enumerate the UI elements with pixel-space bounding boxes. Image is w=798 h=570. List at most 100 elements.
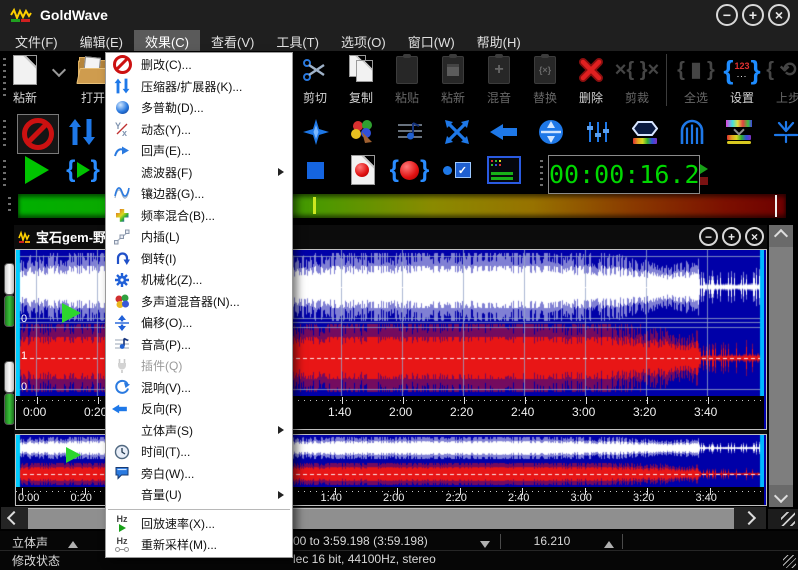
- meter-drag-handle[interactable]: [8, 197, 11, 215]
- clipboard-replace-button[interactable]: {×}替换: [522, 52, 568, 106]
- monitor-check-button[interactable]: ✓: [433, 152, 480, 188]
- hz-play-icon: Hz: [112, 515, 132, 532]
- hex-rainbow-button[interactable]: [621, 114, 668, 150]
- format-info-text: lec 16 bit, 44100Hz, stereo: [293, 552, 436, 567]
- pitch-note-button[interactable]: [386, 114, 433, 150]
- effects-menu-item[interactable]: Hz重新采样(M)...: [106, 534, 292, 556]
- effects-menu-item[interactable]: 混响(V)...: [106, 377, 292, 399]
- effects-menu-item[interactable]: 镶边器(G)...: [106, 183, 292, 205]
- lcd-drag-handle[interactable]: [540, 160, 543, 186]
- select-all-braces-icon: { ▮ }: [677, 52, 715, 88]
- resize-grip[interactable]: [783, 555, 796, 568]
- doc-maximize-button[interactable]: +: [722, 227, 741, 246]
- scroll-up-button[interactable]: [769, 225, 793, 247]
- eq-sliders-button[interactable]: [574, 114, 621, 150]
- clipboard-window-button[interactable]: 粘新: [430, 52, 476, 106]
- axis-label: 3:00: [571, 492, 592, 504]
- channel-mode-cell[interactable]: 立体声: [12, 534, 48, 549]
- menubar-item[interactable]: 效果(C): [134, 30, 200, 51]
- axis-label: 1:40: [321, 492, 342, 504]
- prohibit-button[interactable]: [16, 114, 60, 154]
- effects-menu-item[interactable]: 回声(E)...: [106, 140, 292, 162]
- position-dropdown-icon[interactable]: [604, 537, 614, 552]
- effects-menu-item[interactable]: 多普勒(D)...: [106, 97, 292, 119]
- set-markers-icon: {123...}: [723, 52, 760, 88]
- color-mixer-button[interactable]: [339, 114, 386, 150]
- stop-button[interactable]: [292, 152, 339, 188]
- effects-menu-item[interactable]: 插件(Q): [106, 355, 292, 377]
- toolbar-drag-handle[interactable]: [3, 160, 6, 186]
- effects-menu-item[interactable]: 压缩器/扩展器(K)...: [106, 76, 292, 98]
- offset-circle-button[interactable]: [527, 114, 574, 150]
- effects-menu-item[interactable]: 音量(U): [106, 484, 292, 506]
- clipboard-plus-button[interactable]: +混音: [476, 52, 522, 106]
- scroll-left-button[interactable]: [1, 507, 26, 529]
- compress-arrows-button[interactable]: [60, 114, 104, 150]
- gate-arch-button[interactable]: [668, 114, 715, 150]
- spark-icon: [773, 114, 798, 150]
- doc-close-button[interactable]: ×: [745, 227, 764, 246]
- record-new-button[interactable]: [339, 152, 386, 188]
- edit-status-cell[interactable]: 修改状态: [12, 552, 60, 567]
- effects-menu-item[interactable]: 内插(L): [106, 226, 292, 248]
- maximize-button[interactable]: +: [742, 4, 764, 26]
- time-display-lcd[interactable]: 00:00:16.2: [548, 155, 700, 194]
- effects-menu-item[interactable]: 多声道混音器(N)...: [106, 291, 292, 313]
- vertical-scrollbar[interactable]: [769, 225, 793, 507]
- clipboard-button[interactable]: 粘贴: [384, 52, 430, 106]
- chevron-down-button[interactable]: [42, 52, 76, 88]
- spectrum-panel-button[interactable]: [715, 114, 762, 150]
- play-button[interactable]: [14, 152, 60, 188]
- effects-menu-item[interactable]: 立体声(S): [106, 420, 292, 442]
- menubar-item[interactable]: 窗口(W): [397, 30, 466, 51]
- menubar-item[interactable]: 工具(T): [265, 30, 330, 51]
- effects-menu-item[interactable]: 旁白(W)...: [106, 463, 292, 485]
- toolbar-drag-handle[interactable]: [3, 120, 6, 146]
- play-icon: [25, 152, 49, 188]
- effects-menu-item[interactable]: 反向(R): [106, 398, 292, 420]
- effects-menu-item[interactable]: Hz回放速率(X)...: [106, 513, 292, 535]
- menubar-item[interactable]: 编辑(E): [69, 30, 134, 51]
- effects-menu-item[interactable]: 音高(P)...: [106, 334, 292, 356]
- effects-menu-item[interactable]: 滤波器(F): [106, 162, 292, 184]
- toolbar-drag-handle[interactable]: [3, 58, 6, 98]
- minimize-button[interactable]: −: [716, 4, 738, 26]
- control-window-button[interactable]: [480, 152, 527, 188]
- scissors-button[interactable]: 剪切: [292, 52, 338, 106]
- effects-menu-item[interactable]: 频率混合(B)...: [106, 205, 292, 227]
- playback-position-marker[interactable]: [62, 303, 81, 323]
- scroll-right-button[interactable]: [736, 507, 761, 529]
- record-selection-button[interactable]: {}: [386, 152, 433, 188]
- select-all-braces-button[interactable]: { ▮ }全选: [673, 52, 719, 106]
- swap-arrows-button[interactable]: [433, 114, 480, 150]
- play-selection-button[interactable]: {}: [60, 152, 106, 188]
- offset-circle-icon: [538, 114, 564, 150]
- set-markers-button[interactable]: {123...}设置: [719, 52, 765, 106]
- red-x-button[interactable]: 删除: [568, 52, 614, 106]
- effects-menu-item[interactable]: 时间(T)...: [106, 441, 292, 463]
- menubar-item[interactable]: 文件(F): [4, 30, 69, 51]
- menubar-item[interactable]: 帮助(H): [466, 30, 532, 51]
- crop-braces-button[interactable]: ×{ }×剪裁: [614, 52, 660, 106]
- overview-position-marker[interactable]: [66, 447, 81, 463]
- effects-menu-item[interactable]: Yx动态(Y)...: [106, 119, 292, 141]
- position-value: 16.210: [502, 534, 602, 549]
- menu-item-label: 删改(C)...: [141, 56, 292, 73]
- undo-braces-button[interactable]: { ⟲ }上步: [765, 52, 798, 106]
- effects-menu-item[interactable]: 机械化(Z)...: [106, 269, 292, 291]
- blue-star-button[interactable]: [292, 114, 339, 150]
- new-page-button[interactable]: 粘新: [8, 52, 42, 106]
- scroll-down-button[interactable]: [769, 485, 793, 507]
- axis-tick: [525, 397, 526, 404]
- copy-pages-button[interactable]: 复制: [338, 52, 384, 106]
- menubar-item[interactable]: 查看(V): [200, 30, 265, 51]
- menubar-item[interactable]: 选项(O): [330, 30, 397, 51]
- close-button[interactable]: ×: [768, 4, 790, 26]
- doc-minimize-button[interactable]: −: [699, 227, 718, 246]
- reverse-arrow-button[interactable]: [480, 114, 527, 150]
- selection-dropdown-icon[interactable]: [480, 537, 490, 552]
- spark-button[interactable]: [762, 114, 798, 150]
- effects-menu-item[interactable]: 偏移(O)...: [106, 312, 292, 334]
- effects-menu-item[interactable]: 删改(C)...: [106, 54, 292, 76]
- effects-menu-item[interactable]: 倒转(I): [106, 248, 292, 270]
